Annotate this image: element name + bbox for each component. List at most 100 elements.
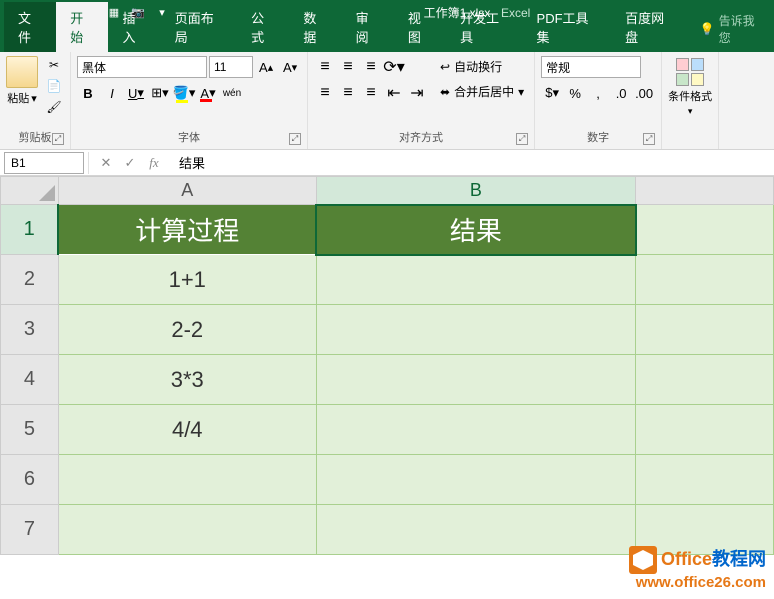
cell-c3[interactable] bbox=[636, 305, 774, 355]
cell-a1[interactable]: 计算过程 bbox=[58, 205, 316, 255]
row-header-6[interactable]: 6 bbox=[1, 455, 59, 505]
font-color-icon[interactable]: A▾ bbox=[197, 82, 219, 104]
tab-insert[interactable]: 插入 bbox=[108, 2, 160, 52]
wrap-icon: ↩ bbox=[440, 60, 450, 74]
number-format-select[interactable] bbox=[541, 56, 641, 78]
font-size-select[interactable] bbox=[209, 56, 253, 78]
align-center-icon[interactable]: ≡ bbox=[337, 82, 359, 104]
align-top-icon[interactable]: ≡ bbox=[314, 56, 336, 78]
align-right-icon[interactable]: ≡ bbox=[360, 82, 382, 104]
ribbon: 粘贴 ▾ ✂ 📄 🖌 剪贴板⤢ A▴ A▾ B I bbox=[0, 52, 774, 150]
bulb-icon: 💡 bbox=[700, 22, 715, 36]
dialog-launcher-icon[interactable]: ⤢ bbox=[516, 133, 528, 145]
row-header-5[interactable]: 5 bbox=[1, 405, 59, 455]
tab-home[interactable]: 开始 bbox=[56, 2, 108, 52]
decrease-font-icon[interactable]: A▾ bbox=[279, 56, 301, 78]
cell-b7[interactable] bbox=[316, 505, 636, 555]
paste-icon[interactable] bbox=[6, 56, 38, 88]
comma-icon[interactable]: , bbox=[587, 82, 609, 104]
accounting-icon[interactable]: $▾ bbox=[541, 82, 563, 104]
name-box[interactable] bbox=[4, 152, 84, 174]
fill-color-icon[interactable]: 🪣▾ bbox=[173, 82, 195, 104]
tab-data[interactable]: 数据 bbox=[289, 2, 341, 52]
tell-me[interactable]: 💡 告诉我您 bbox=[688, 6, 774, 52]
cancel-icon[interactable]: ✕ bbox=[95, 152, 117, 174]
dialog-launcher-icon[interactable]: ⤢ bbox=[289, 133, 301, 145]
cell-b5[interactable] bbox=[316, 405, 636, 455]
merge-center-button[interactable]: ⬌合并后居中 ▾ bbox=[436, 81, 528, 102]
format-painter-icon[interactable]: 🖌 bbox=[44, 98, 64, 116]
select-all-corner[interactable] bbox=[1, 177, 59, 205]
cell-a6[interactable] bbox=[58, 455, 316, 505]
row-header-2[interactable]: 2 bbox=[1, 255, 59, 305]
cell-a7[interactable] bbox=[58, 505, 316, 555]
underline-button[interactable]: U ▾ bbox=[125, 82, 147, 104]
cell-b2[interactable] bbox=[316, 255, 636, 305]
tab-baidu[interactable]: 百度网盘 bbox=[611, 2, 687, 52]
decrease-decimal-icon[interactable]: .00 bbox=[633, 82, 655, 104]
col-header-c[interactable] bbox=[636, 177, 774, 205]
row-header-7[interactable]: 7 bbox=[1, 505, 59, 555]
cell-b6[interactable] bbox=[316, 455, 636, 505]
row-header-3[interactable]: 3 bbox=[1, 305, 59, 355]
enter-icon[interactable]: ✓ bbox=[119, 152, 141, 174]
cell-a3[interactable]: 2-2 bbox=[58, 305, 316, 355]
increase-font-icon[interactable]: A▴ bbox=[255, 56, 277, 78]
bold-button[interactable]: B bbox=[77, 82, 99, 104]
align-left-icon[interactable]: ≡ bbox=[314, 82, 336, 104]
copy-icon[interactable]: 📄 bbox=[44, 77, 64, 95]
italic-button[interactable]: I bbox=[101, 82, 123, 104]
clipboard-label: 剪贴板⤢ bbox=[6, 127, 64, 147]
increase-decimal-icon[interactable]: .0 bbox=[610, 82, 632, 104]
dialog-launcher-icon[interactable]: ⤢ bbox=[52, 133, 64, 145]
tab-layout[interactable]: 页面布局 bbox=[161, 2, 237, 52]
increase-indent-icon[interactable]: ⇥ bbox=[406, 82, 428, 104]
tab-pdf[interactable]: PDF工具集 bbox=[523, 2, 612, 52]
tab-review[interactable]: 审阅 bbox=[342, 2, 394, 52]
group-font: A▴ A▾ B I U ▾ ⊞▾ 🪣▾ A▾ wén 字体⤢ bbox=[71, 52, 308, 149]
spreadsheet-grid: A B 1 计算过程 结果 2 1+1 3 2-2 4 3*3 bbox=[0, 176, 774, 555]
group-styles: 条件格式 ▾ bbox=[662, 52, 719, 149]
percent-icon[interactable]: % bbox=[564, 82, 586, 104]
cell-b4[interactable] bbox=[316, 355, 636, 405]
formula-input[interactable] bbox=[171, 152, 774, 174]
tab-formula[interactable]: 公式 bbox=[237, 2, 289, 52]
align-middle-icon[interactable]: ≡ bbox=[337, 56, 359, 78]
cell-b3[interactable] bbox=[316, 305, 636, 355]
cell-a2[interactable]: 1+1 bbox=[58, 255, 316, 305]
font-label: 字体⤢ bbox=[77, 127, 301, 147]
fx-icon[interactable]: fx bbox=[143, 152, 165, 174]
col-header-a[interactable]: A bbox=[58, 177, 316, 205]
formula-bar: ✕ ✓ fx bbox=[0, 150, 774, 176]
cut-icon[interactable]: ✂ bbox=[44, 56, 64, 74]
cell-b1[interactable]: 结果 bbox=[316, 205, 636, 255]
cell-a4[interactable]: 3*3 bbox=[58, 355, 316, 405]
align-bottom-icon[interactable]: ≡ bbox=[360, 56, 382, 78]
row-header-1[interactable]: 1 bbox=[1, 205, 59, 255]
watermark: Office教程网 www.office26.com bbox=[629, 545, 766, 591]
dialog-launcher-icon[interactable]: ⤢ bbox=[643, 133, 655, 145]
phonetic-icon[interactable]: wén bbox=[221, 82, 243, 104]
cell-c4[interactable] bbox=[636, 355, 774, 405]
font-name-select[interactable] bbox=[77, 56, 207, 78]
tab-file[interactable]: 文件 bbox=[4, 2, 56, 52]
cell-a5[interactable]: 4/4 bbox=[58, 405, 316, 455]
merge-icon: ⬌ bbox=[440, 85, 450, 99]
group-alignment: ≡ ≡ ≡ ⟳▾ ≡ ≡ ≡ ⇤ ⇥ ↩自动换行 ⬌合并后居中 ▾ 对齐方式⤢ bbox=[308, 52, 535, 149]
cell-c5[interactable] bbox=[636, 405, 774, 455]
tab-dev[interactable]: 开发工具 bbox=[446, 2, 522, 52]
cell-c1[interactable] bbox=[636, 205, 774, 255]
conditional-formatting-button[interactable]: 条件格式 ▾ bbox=[668, 56, 712, 117]
cell-c6[interactable] bbox=[636, 455, 774, 505]
tab-view[interactable]: 视图 bbox=[394, 2, 446, 52]
paste-button[interactable]: 粘贴 ▾ bbox=[7, 90, 37, 106]
col-header-b[interactable]: B bbox=[316, 177, 636, 205]
border-icon[interactable]: ⊞▾ bbox=[149, 82, 171, 104]
row-header-4[interactable]: 4 bbox=[1, 355, 59, 405]
wrap-text-button[interactable]: ↩自动换行 bbox=[436, 56, 528, 77]
alignment-label: 对齐方式⤢ bbox=[314, 127, 528, 147]
cell-c2[interactable] bbox=[636, 255, 774, 305]
watermark-logo-icon bbox=[629, 546, 657, 574]
orientation-icon[interactable]: ⟳▾ bbox=[383, 56, 405, 78]
decrease-indent-icon[interactable]: ⇤ bbox=[383, 82, 405, 104]
